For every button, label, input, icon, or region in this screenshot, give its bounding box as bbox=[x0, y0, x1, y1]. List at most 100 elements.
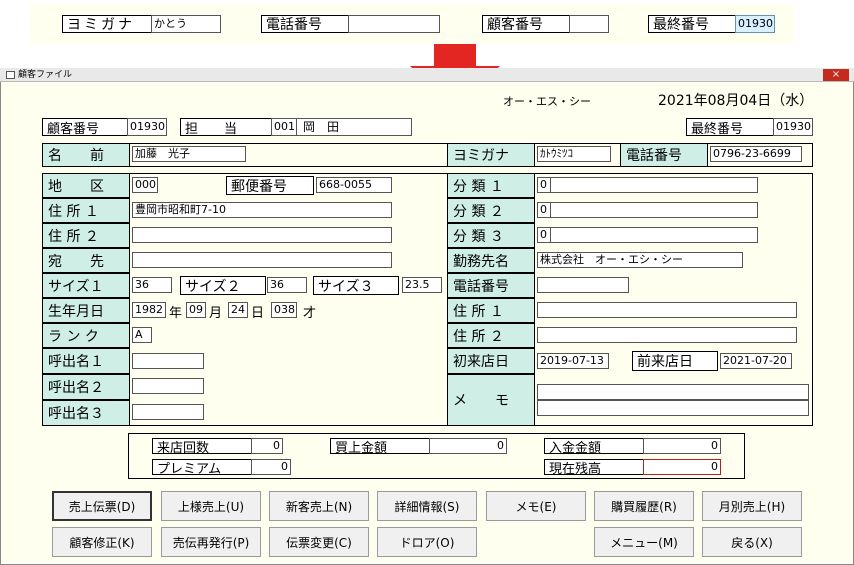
work-address1-field[interactable] bbox=[537, 302, 797, 318]
window-icon bbox=[6, 71, 15, 79]
sales-slip-button[interactable]: 売上伝票(D) bbox=[52, 491, 152, 521]
customer-no-field[interactable]: 01930 bbox=[127, 118, 167, 136]
class3-name bbox=[550, 227, 758, 243]
customer-no-label: 顧客番号 bbox=[42, 118, 128, 137]
size2-field[interactable]: 36 bbox=[267, 277, 307, 293]
premium-value: 0 bbox=[251, 459, 291, 475]
staff-code-field[interactable]: 001 bbox=[271, 118, 297, 136]
call1-field[interactable] bbox=[132, 353, 204, 369]
window-close-button[interactable]: × bbox=[823, 69, 849, 81]
purchase-value: 0 bbox=[429, 438, 507, 454]
memo-button[interactable]: メモ(E) bbox=[486, 491, 586, 521]
work-address2-field[interactable] bbox=[537, 327, 797, 343]
birth-label: 生年月日 bbox=[42, 298, 130, 323]
work-phone-field[interactable] bbox=[537, 277, 629, 293]
area-field[interactable]: 000 bbox=[132, 177, 158, 193]
workplace-label: 勤務先名 bbox=[447, 248, 535, 273]
size3-field[interactable]: 23.5 bbox=[402, 277, 442, 293]
top-yomigana-input[interactable]: かとう bbox=[151, 15, 221, 33]
reissue-slip-button[interactable]: 売伝再発行(P) bbox=[161, 527, 261, 557]
deposit-value: 0 bbox=[643, 438, 721, 454]
workplace-field[interactable]: 株式会社 オー・エシ・シー bbox=[537, 252, 743, 268]
address2-field[interactable] bbox=[132, 227, 392, 243]
top-last-no-label: 最終番号 bbox=[648, 15, 736, 33]
day-unit: 日 bbox=[251, 306, 265, 321]
class1-code[interactable]: 0 bbox=[537, 177, 551, 193]
work-address2-label: 住 所 ２ bbox=[447, 323, 535, 348]
name-phone-field[interactable]: 0796-23-6699 bbox=[710, 146, 802, 162]
class2-label: 分 類 ２ bbox=[447, 198, 535, 223]
call1-label: 呼出名１ bbox=[42, 348, 130, 374]
first-visit-label: 初来店日 bbox=[447, 348, 535, 374]
visits-value: 0 bbox=[251, 438, 283, 454]
class3-code[interactable]: 0 bbox=[537, 227, 551, 243]
work-address1-label: 住 所 １ bbox=[447, 298, 535, 323]
top-yomigana-label: ヨミガナ bbox=[62, 15, 152, 33]
birth-month-field[interactable]: 09 bbox=[186, 302, 206, 318]
name-yomigana-field[interactable]: ｶﾄｳﾐﾂｺ bbox=[537, 146, 611, 162]
current-date: 2021年08月04日（水） bbox=[658, 93, 814, 109]
call3-field[interactable] bbox=[132, 404, 204, 420]
purchase-history-button[interactable]: 購買履歴(R) bbox=[594, 491, 694, 521]
class2-name bbox=[550, 202, 758, 218]
purchase-label: 買上金額 bbox=[330, 438, 430, 456]
address1-label: 住 所 １ bbox=[42, 198, 130, 223]
age-field: 038 bbox=[271, 302, 297, 318]
month-unit: 月 bbox=[209, 306, 223, 321]
top-last-no-value: 01930 bbox=[735, 15, 775, 33]
top-customer-no-input[interactable] bbox=[569, 15, 609, 33]
balance-label: 現在残高 bbox=[544, 459, 644, 477]
work-phone-label: 電話番号 bbox=[447, 273, 535, 298]
balance-value: 0 bbox=[643, 459, 721, 475]
postal-field[interactable]: 668-0055 bbox=[316, 177, 392, 193]
monthly-sales-button[interactable]: 月別売上(H) bbox=[702, 491, 802, 521]
edit-customer-button[interactable]: 顧客修正(K) bbox=[52, 527, 152, 557]
class2-code[interactable]: 0 bbox=[537, 202, 551, 218]
class1-label: 分 類 １ bbox=[447, 173, 535, 198]
year-unit: 年 bbox=[169, 306, 183, 321]
top-customer-no-label: 顧客番号 bbox=[482, 15, 570, 33]
staff-name-field: 岡 田 bbox=[296, 118, 412, 136]
deposit-label: 入金金額 bbox=[544, 438, 644, 456]
addressee-label: 宛 先 bbox=[42, 248, 130, 273]
rank-label: ラ ン ク bbox=[42, 323, 130, 348]
new-customer-sales-button[interactable]: 新客売上(N) bbox=[269, 491, 369, 521]
name-label: 名 前 bbox=[42, 143, 130, 167]
class1-name bbox=[550, 177, 758, 193]
call3-label: 呼出名３ bbox=[42, 400, 130, 426]
rank-field[interactable]: A bbox=[132, 327, 152, 343]
drawer-button[interactable]: ドロア(O) bbox=[377, 527, 477, 557]
call2-label: 呼出名２ bbox=[42, 374, 130, 400]
addressee-field[interactable] bbox=[132, 252, 392, 268]
size3-label: サイズ３ bbox=[313, 276, 399, 295]
change-slip-button[interactable]: 伝票変更(C) bbox=[269, 527, 369, 557]
memo-line1[interactable] bbox=[537, 384, 809, 400]
birth-year-field[interactable]: 1982 bbox=[132, 302, 166, 318]
name-field[interactable]: 加藤 光子 bbox=[132, 146, 246, 162]
upper-sales-button[interactable]: 上様売上(U) bbox=[161, 491, 261, 521]
staff-label: 担 当 bbox=[180, 118, 272, 137]
last-visit-label: 前来店日 bbox=[632, 351, 718, 371]
details-button[interactable]: 詳細情報(S) bbox=[377, 491, 477, 521]
visits-label: 来店回数 bbox=[152, 438, 252, 456]
size1-label: サイズ１ bbox=[42, 273, 130, 298]
call2-field[interactable] bbox=[132, 378, 204, 394]
top-phone-label: 電話番号 bbox=[261, 15, 349, 33]
memo-label: メ モ bbox=[447, 374, 535, 426]
top-phone-input[interactable] bbox=[348, 15, 440, 33]
back-button[interactable]: 戻る(X) bbox=[702, 527, 802, 557]
menu-button[interactable]: メニュー(M) bbox=[594, 527, 694, 557]
postal-label: 郵便番号 bbox=[226, 176, 314, 195]
address1-field[interactable]: 豊岡市昭和町7-10 bbox=[132, 202, 392, 218]
name-phone-label: 電話番号 bbox=[620, 143, 708, 167]
window-titlebar bbox=[0, 68, 854, 82]
last-no-label: 最終番号 bbox=[686, 118, 774, 137]
size1-field[interactable]: 36 bbox=[132, 277, 172, 293]
premium-label: プレミアム bbox=[152, 459, 252, 477]
birth-day-field[interactable]: 24 bbox=[228, 302, 248, 318]
size2-label: サイズ２ bbox=[180, 276, 266, 295]
name-yomigana-label: ヨミガナ bbox=[447, 143, 535, 167]
age-unit: 才 bbox=[303, 306, 317, 321]
memo-line2[interactable] bbox=[537, 400, 809, 416]
area-label: 地 区 bbox=[42, 173, 130, 198]
